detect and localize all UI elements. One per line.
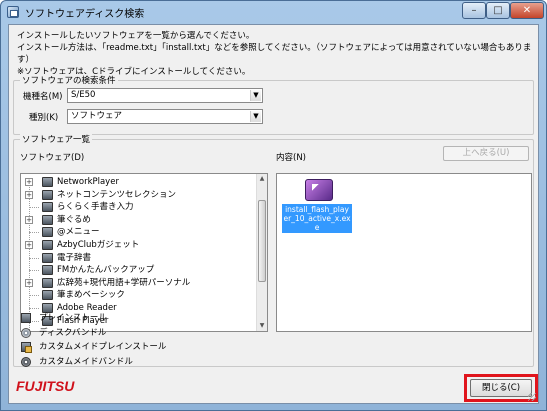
type-select-value: ソフトウェア xyxy=(71,111,123,121)
custom-bundle-icon xyxy=(21,356,31,367)
app-icon xyxy=(7,6,19,18)
tree-connector xyxy=(29,207,39,209)
tree-connector xyxy=(29,270,39,272)
legend-label: プレインストール xyxy=(39,313,107,323)
search-conditions-title: ソフトウェアの検索条件 xyxy=(20,74,118,86)
tree-item-label: らくらく手書き入力 xyxy=(57,202,134,213)
tree-scrollbar[interactable]: ▲ ▼ xyxy=(256,174,267,331)
tree-item-label: @メニュー xyxy=(57,227,100,238)
legend-label: カスタムメイドバンドル xyxy=(39,356,133,367)
tree-item[interactable]: + NetworkPlayer xyxy=(21,176,257,188)
software-icon xyxy=(42,252,53,263)
go-up-button[interactable]: 上へ戻る(U) xyxy=(443,146,529,161)
maximize-button[interactable]: □ xyxy=(486,2,510,19)
chevron-down-icon[interactable]: ▼ xyxy=(250,90,261,101)
installer-file-icon[interactable] xyxy=(305,179,333,201)
content-panel[interactable]: install_flash_player_10_active_x.exe xyxy=(276,173,532,332)
tree-item[interactable]: 電子辞書 xyxy=(21,252,257,264)
software-icon xyxy=(42,177,53,187)
software-icon xyxy=(42,214,53,225)
model-label: 機種名(M) xyxy=(23,92,63,102)
legend-label: ディスクバンドル xyxy=(39,327,107,338)
dialog-client-area: インストールしたいソフトウェアを一覧から選んでください。 インストール方法は、「… xyxy=(8,24,539,404)
software-list-title: ソフトウェア一覧 xyxy=(20,133,93,145)
tree-item-label: AzbyClubガジェット xyxy=(57,240,140,250)
expand-icon[interactable]: + xyxy=(25,241,33,249)
software-icon xyxy=(42,265,53,276)
tree-item[interactable]: @メニュー xyxy=(21,226,257,238)
content-label: 内容(N) xyxy=(276,153,306,163)
tree-item[interactable]: + 広辞苑+現代用語+学研パーソナル xyxy=(21,277,257,289)
window-title: ソフトウェアディスク検索 xyxy=(25,9,145,20)
tree-item-label: ネットコンテンツセレクション xyxy=(57,189,177,200)
tree-item-label: NetworkPlayer xyxy=(57,177,119,187)
close-window-button[interactable]: ✕ xyxy=(510,2,544,19)
tree-item-label: 電子辞書 xyxy=(57,252,92,263)
scroll-down-icon[interactable]: ▼ xyxy=(257,321,267,331)
model-select[interactable]: S/E50 ▼ xyxy=(67,88,263,103)
model-select-value: S/E50 xyxy=(71,90,96,100)
custom-preinstall-icon xyxy=(21,342,32,353)
software-tree-label: ソフトウェア(D) xyxy=(20,153,85,163)
tree-item[interactable]: + ネットコンテンツセレクション xyxy=(21,189,257,201)
main-window: ソフトウェアディスク検索 – □ ✕ インストールしたいソフトウェアを一覧から選… xyxy=(0,0,547,411)
expand-icon[interactable]: + xyxy=(25,278,33,287)
tree-item[interactable]: らくらく手書き入力 xyxy=(21,201,257,213)
software-tree[interactable]: + NetworkPlayer + ネットコンテンツセレクション らくらく手書き入力 + 筆… xyxy=(20,173,268,332)
type-select[interactable]: ソフトウェア ▼ xyxy=(67,109,263,124)
tree-connector xyxy=(29,257,39,259)
tree-item-label: 筆ぐるめ xyxy=(57,214,91,225)
software-icon xyxy=(42,227,53,238)
tree-item-label: 筆まめベーシック xyxy=(57,290,125,301)
preinstall-icon xyxy=(21,313,31,323)
tree-connector xyxy=(29,308,39,309)
chevron-down-icon[interactable]: ▼ xyxy=(250,111,261,122)
instructions: インストールしたいソフトウェアを一覧から選んでください。 インストール方法は、「… xyxy=(17,30,532,78)
disc-bundle-icon xyxy=(21,327,31,338)
tree-item-label: FMかんたんバックアップ xyxy=(57,265,155,276)
tree-item[interactable]: FMかんたんバックアップ xyxy=(21,264,257,276)
tree-item[interactable]: + AzbyClubガジェット xyxy=(21,239,257,251)
legend-label: カスタムメイドプレインストール xyxy=(39,342,167,352)
scroll-thumb[interactable] xyxy=(258,200,266,282)
software-icon xyxy=(42,240,53,250)
selected-file-name[interactable]: install_flash_player_10_active_x.exe xyxy=(282,204,352,233)
minimize-button[interactable]: – xyxy=(462,2,486,19)
expand-icon[interactable]: + xyxy=(25,190,33,199)
resize-grip-icon[interactable] xyxy=(528,393,536,401)
software-icon xyxy=(42,202,53,213)
expand-icon[interactable]: + xyxy=(25,215,33,224)
instruction-line-2: インストール方法は、「readme.txt」「install.txt」などを参照… xyxy=(17,43,532,65)
tree-item-label: 広辞苑+現代用語+学研パーソナル xyxy=(57,277,191,288)
software-icon xyxy=(42,290,53,301)
close-button[interactable]: 閉じる(C) xyxy=(470,379,532,397)
tree-connector xyxy=(29,295,39,297)
tree-item[interactable]: 筆まめベーシック xyxy=(21,289,257,301)
tree-item[interactable]: + 筆ぐるめ xyxy=(21,214,257,226)
type-label: 種別(K) xyxy=(29,113,59,123)
tree-connector xyxy=(29,232,39,234)
software-icon xyxy=(42,189,53,200)
instruction-line-1: インストールしたいソフトウェアを一覧から選んでください。 xyxy=(17,31,255,41)
software-icon xyxy=(42,277,53,288)
scroll-up-icon[interactable]: ▲ xyxy=(257,174,267,184)
title-bar[interactable]: ソフトウェアディスク検索 – □ ✕ xyxy=(1,1,546,23)
expand-icon[interactable]: + xyxy=(25,178,33,186)
fujitsu-logo: FUJITSU xyxy=(16,378,75,394)
